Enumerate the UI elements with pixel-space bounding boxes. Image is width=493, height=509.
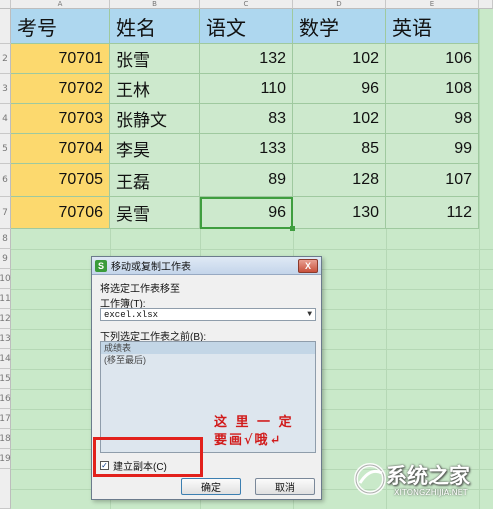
close-button[interactable]: X [298, 259, 318, 273]
table-cell-name[interactable]: 王磊 [110, 164, 200, 197]
table-cell-id[interactable]: 70703 [11, 104, 110, 134]
header-cell-math[interactable]: 数学 [293, 9, 386, 44]
list-item[interactable]: (移至最后) [101, 354, 315, 366]
row-header[interactable]: 15 [0, 369, 11, 389]
cancel-button[interactable]: 取消 [255, 478, 315, 495]
table-cell-score[interactable]: 130 [293, 197, 386, 229]
table-cell-score[interactable]: 112 [386, 197, 479, 229]
table-cell-score[interactable]: 98 [386, 104, 479, 134]
table-cell-id[interactable]: 70704 [11, 134, 110, 164]
table-cell-score[interactable]: 99 [386, 134, 479, 164]
table-cell-score[interactable]: 96 [293, 74, 386, 104]
table-cell-name[interactable]: 吴雪 [110, 197, 200, 229]
table-cell-score[interactable]: 107 [386, 164, 479, 197]
header-cell-id[interactable]: 考号 [11, 9, 110, 44]
column-header-b[interactable]: B [110, 0, 200, 9]
header-cell-chinese[interactable]: 语文 [200, 9, 293, 44]
row-header[interactable]: 10 [0, 269, 11, 289]
selected-cell[interactable]: 96 [200, 197, 293, 229]
ok-button[interactable]: 确定 [181, 478, 241, 495]
annotation-line-1: 这 里 一 定 [214, 415, 294, 430]
row-header[interactable] [0, 469, 11, 509]
row-header[interactable] [0, 9, 11, 44]
row-header[interactable]: 14 [0, 349, 11, 369]
row-header[interactable]: 7 [0, 197, 11, 229]
header-cell-english[interactable]: 英语 [386, 9, 479, 44]
column-header-e[interactable]: E [386, 0, 479, 9]
column-header-f[interactable] [479, 0, 493, 9]
table-cell-score[interactable]: 108 [386, 74, 479, 104]
row-header[interactable]: 17 [0, 409, 11, 429]
column-header-d[interactable]: D [293, 0, 386, 9]
table-cell-name[interactable]: 张雪 [110, 44, 200, 74]
header-cell-name[interactable]: 姓名 [110, 9, 200, 44]
fill-handle[interactable] [290, 226, 295, 231]
move-to-label: 将选定工作表移至 [100, 284, 180, 295]
table-cell-id[interactable]: 70705 [11, 164, 110, 197]
highlight-box [93, 437, 203, 477]
wps-app-icon: S [95, 259, 107, 272]
table-cell-name[interactable]: 王林 [110, 74, 200, 104]
row-header[interactable]: 5 [0, 134, 11, 164]
table-cell-name[interactable]: 李昊 [110, 134, 200, 164]
workbook-select-value: excel.xlsx [104, 309, 159, 320]
table-cell-name[interactable]: 张静文 [110, 104, 200, 134]
table-cell-id[interactable]: 70701 [11, 44, 110, 74]
row-header[interactable]: 3 [0, 74, 11, 104]
table-cell-score[interactable]: 83 [200, 104, 293, 134]
column-header-c[interactable]: C [200, 0, 293, 9]
annotation-note: 这 里 一 定 要画√哦↵ [214, 414, 294, 450]
table-cell-score[interactable]: 133 [200, 134, 293, 164]
row-header[interactable]: 12 [0, 309, 11, 329]
watermark-url: XITONGZHIJIA.NET [394, 488, 468, 497]
row-header[interactable]: 9 [0, 249, 11, 269]
table-cell-score[interactable]: 128 [293, 164, 386, 197]
row-header[interactable]: 11 [0, 289, 11, 309]
corner-cell[interactable] [0, 0, 11, 9]
row-header[interactable]: 4 [0, 104, 11, 134]
table-cell-score[interactable]: 106 [386, 44, 479, 74]
table-cell-score[interactable]: 132 [200, 44, 293, 74]
row-header[interactable]: 6 [0, 164, 11, 197]
annotation-line-2: 要画√哦↵ [214, 433, 283, 448]
table-cell-score[interactable]: 102 [293, 104, 386, 134]
dialog-titlebar[interactable]: S 移动或复制工作表 X [92, 257, 321, 275]
table-cell-id[interactable]: 70706 [11, 197, 110, 229]
list-item[interactable]: 成绩表 [101, 342, 315, 354]
workbook-select[interactable]: excel.xlsx ▼ [100, 308, 316, 321]
table-cell-score[interactable]: 89 [200, 164, 293, 197]
row-header[interactable]: 16 [0, 389, 11, 409]
table-cell-id[interactable]: 70702 [11, 74, 110, 104]
dialog-title: 移动或复制工作表 [111, 262, 191, 273]
row-header[interactable]: 18 [0, 429, 11, 449]
row-header[interactable]: 19 [0, 449, 11, 469]
table-cell-score[interactable]: 102 [293, 44, 386, 74]
row-header[interactable]: 8 [0, 229, 11, 249]
table-cell-score[interactable]: 110 [200, 74, 293, 104]
column-header-a[interactable]: A [11, 0, 110, 9]
row-header[interactable]: 2 [0, 44, 11, 74]
row-header[interactable]: 13 [0, 329, 11, 349]
close-icon: X [304, 261, 311, 271]
watermark-text: 系统之家 [386, 464, 470, 488]
dropdown-arrow-icon[interactable]: ▼ [307, 310, 312, 319]
table-cell-score[interactable]: 85 [293, 134, 386, 164]
